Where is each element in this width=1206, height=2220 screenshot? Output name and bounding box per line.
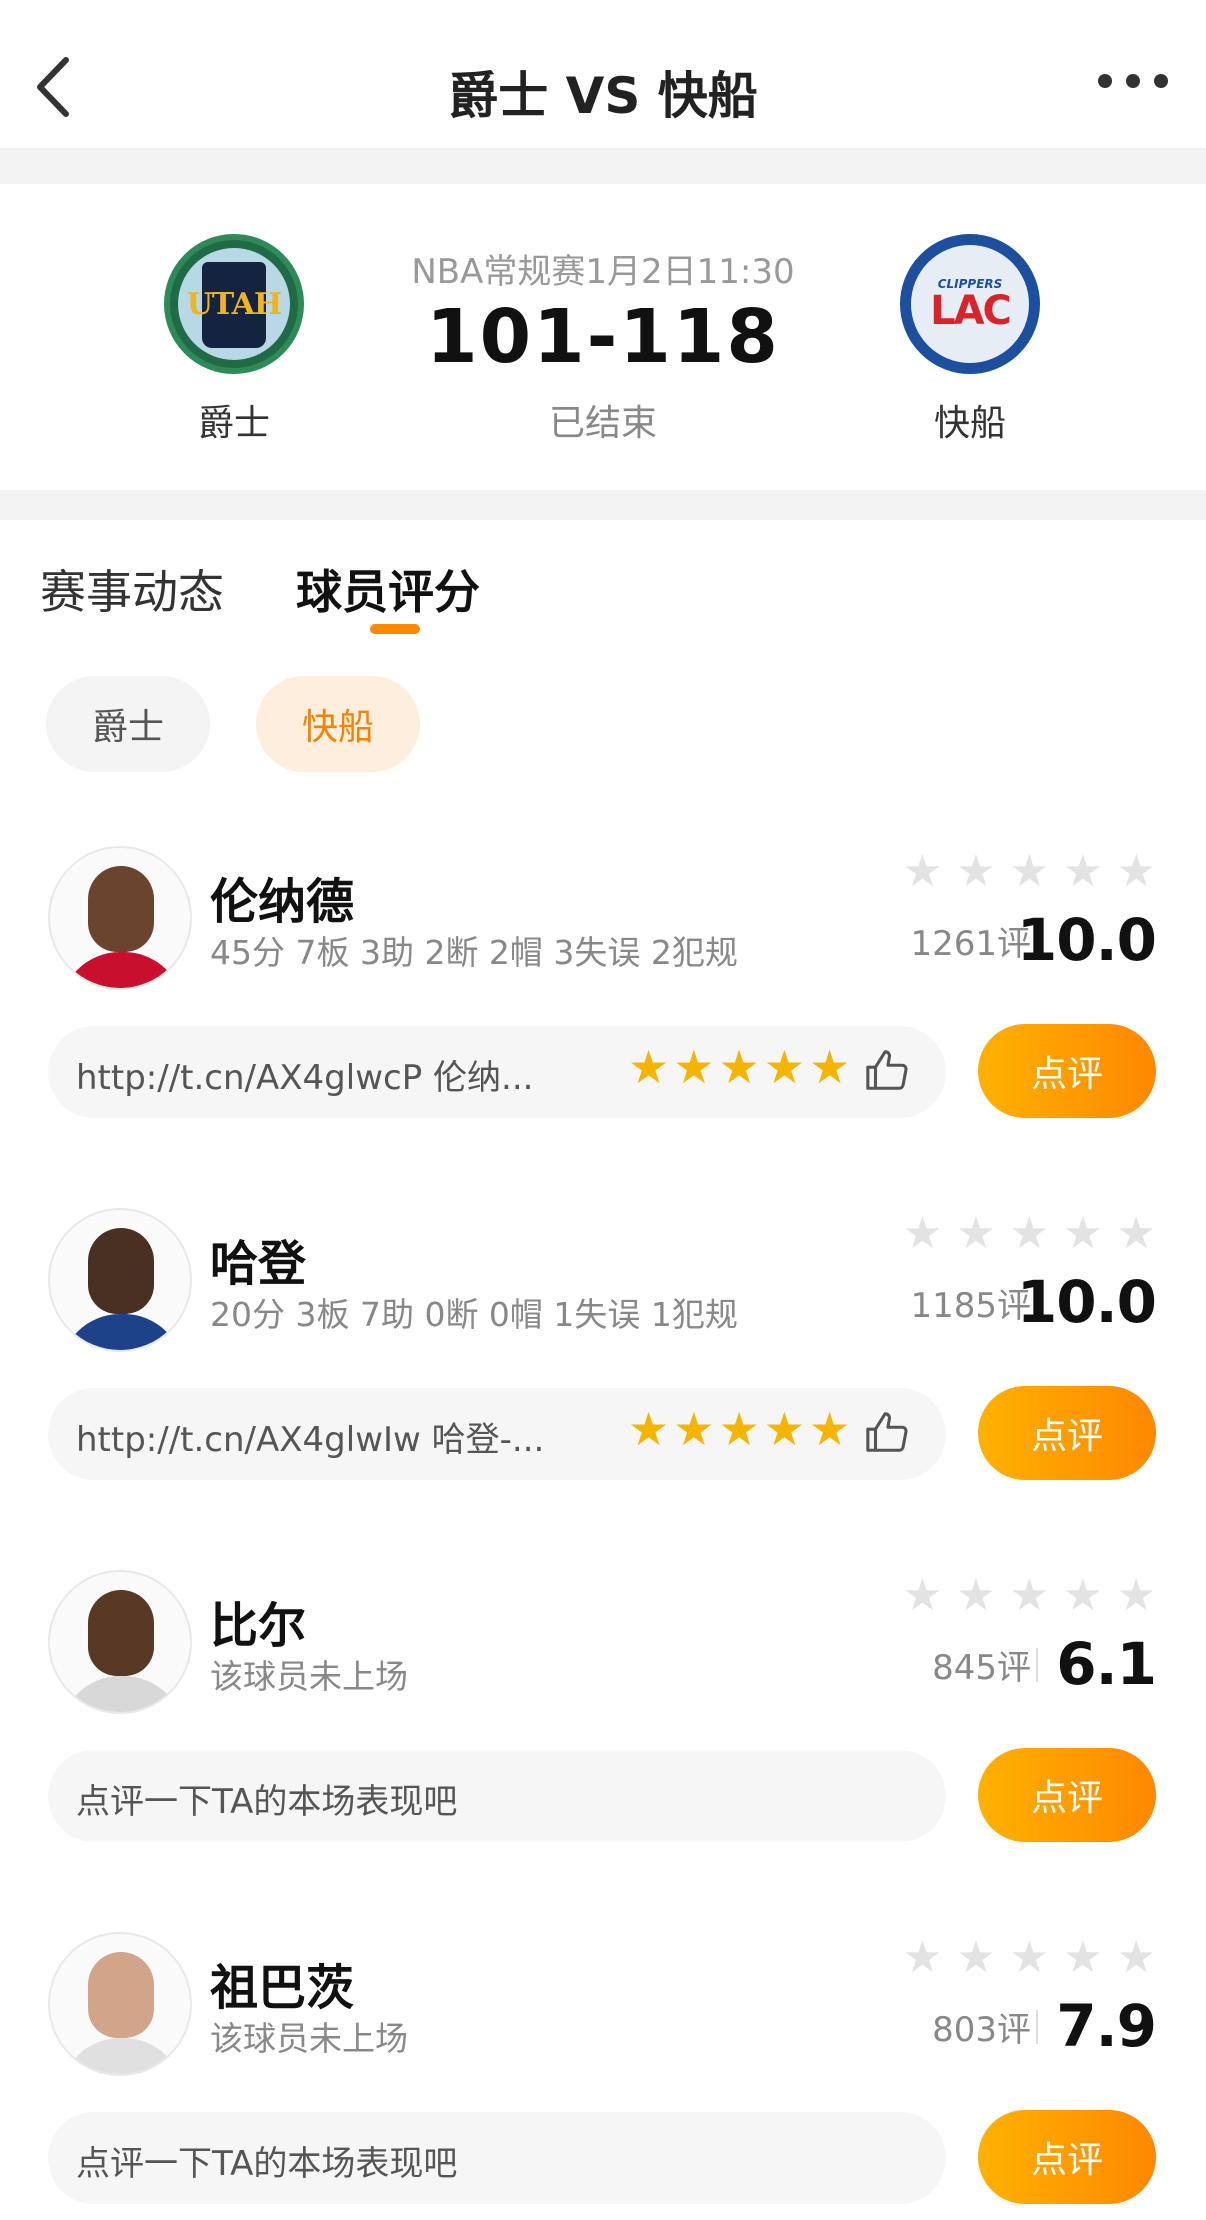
rating-count: 845评 <box>932 1648 1031 1688</box>
comment-placeholder: 点评一下TA的本场表现吧 <box>76 1782 458 1822</box>
star-icon[interactable]: ★ <box>903 1936 942 1980</box>
star-icon[interactable]: ★ <box>1063 1936 1102 1980</box>
star-icon[interactable]: ★ <box>903 1574 942 1618</box>
filter-jazz[interactable]: 爵士 <box>46 676 210 772</box>
tab-match-feed[interactable]: 赛事动态 <box>40 556 224 622</box>
star-icon[interactable]: ★ <box>1010 1936 1049 1980</box>
review-button[interactable]: 点评 <box>978 1748 1156 1842</box>
top-comment[interactable]: http://t.cn/AX4glwIw 哈登-... ★ ★ ★ ★ ★ <box>48 1388 946 1480</box>
review-button[interactable]: 点评 <box>978 1024 1156 1118</box>
player-avatar[interactable] <box>48 1570 192 1714</box>
player-stats: 该球员未上场 <box>210 2019 408 2058</box>
divider <box>0 150 1206 184</box>
player-avatar[interactable] <box>48 1932 192 2076</box>
rating-stars[interactable]: ★ ★ ★ ★ ★ <box>903 850 1156 894</box>
rating-stars[interactable]: ★ ★ ★ ★ ★ <box>903 1574 1156 1618</box>
top-comment[interactable]: http://t.cn/AX4glwcP 伦纳... ★ ★ ★ ★ ★ <box>48 1026 946 1118</box>
player-card: 伦纳德 45分 7板 3助 2断 2帽 3失误 2犯规 ★ ★ ★ ★ ★ 1261评 … <box>0 846 1206 1176</box>
rating-count: 1261评 <box>910 924 1031 964</box>
star-icon[interactable]: ★ <box>1063 850 1102 894</box>
player-score: 6.1 <box>1056 1630 1157 1698</box>
star-icon[interactable]: ★ <box>1063 1574 1102 1618</box>
comment-stars: ★ ★ ★ ★ ★ <box>628 1044 850 1090</box>
star-icon[interactable]: ★ <box>903 1212 942 1256</box>
player-name: 比尔 <box>210 1598 307 1654</box>
clippers-logo[interactable]: CLIPPERS LAC <box>900 234 1040 374</box>
star-icon: ★ <box>718 1402 760 1456</box>
star-icon: ★ <box>718 1040 760 1094</box>
star-icon[interactable]: ★ <box>1010 850 1049 894</box>
star-icon[interactable]: ★ <box>1063 1212 1102 1256</box>
player-name: 伦纳德 <box>210 874 355 930</box>
player-avatar[interactable] <box>48 846 192 990</box>
review-button[interactable]: 点评 <box>978 1386 1156 1480</box>
star-icon: ★ <box>673 1040 715 1094</box>
star-icon[interactable]: ★ <box>956 1574 995 1618</box>
comment-input[interactable]: 点评一下TA的本场表现吧 <box>48 1750 946 1842</box>
thumbs-up-icon[interactable] <box>864 1048 910 1094</box>
review-button[interactable]: 点评 <box>978 2110 1156 2204</box>
player-stats: 该球员未上场 <box>210 1657 408 1696</box>
divider <box>0 490 1206 520</box>
player-avatar[interactable] <box>48 1208 192 1352</box>
comment-text: http://t.cn/AX4glwIw 哈登-... <box>76 1420 545 1460</box>
star-icon[interactable]: ★ <box>956 850 995 894</box>
thumbs-up-icon[interactable] <box>864 1410 910 1456</box>
star-icon[interactable]: ★ <box>1117 850 1156 894</box>
star-icon[interactable]: ★ <box>1117 1212 1156 1256</box>
clippers-logo-text: LAC <box>930 288 1012 334</box>
comment-text: http://t.cn/AX4glwcP 伦纳... <box>76 1058 534 1098</box>
filter-clippers[interactable]: 快船 <box>256 676 420 772</box>
more-dots-icon[interactable] <box>1098 74 1168 94</box>
star-icon: ★ <box>628 1040 670 1094</box>
comment-input[interactable]: 点评一下TA的本场表现吧 <box>48 2112 946 2204</box>
tab-player-ratings[interactable]: 球员评分 <box>296 556 480 622</box>
player-stats: 20分 3板 7助 0断 0帽 1失误 1犯规 <box>210 1295 738 1334</box>
separator <box>1036 2010 1038 2044</box>
player-card: 哈登 20分 3板 7助 0断 0帽 1失误 1犯规 ★ ★ ★ ★ ★ 1185评 1… <box>0 1208 1206 1538</box>
tab-bar: 赛事动态 球员评分 <box>0 520 1206 650</box>
star-icon[interactable]: ★ <box>1117 1574 1156 1618</box>
player-stats: 45分 7板 3助 2断 2帽 3失误 2犯规 <box>210 933 738 972</box>
star-icon: ★ <box>809 1040 851 1094</box>
match-card: UTAH 爵士 NBA常规赛1月2日11:30 101-118 已结束 CLIP… <box>0 184 1206 490</box>
away-team-name[interactable]: 快船 <box>870 394 1070 446</box>
star-icon: ★ <box>809 1402 851 1456</box>
rating-stars[interactable]: ★ ★ ★ ★ ★ <box>903 1936 1156 1980</box>
star-icon: ★ <box>763 1402 805 1456</box>
top-bar: 爵士 VS 快船 <box>0 0 1206 150</box>
comment-placeholder: 点评一下TA的本场表现吧 <box>76 2144 458 2184</box>
player-score: 7.9 <box>1056 1992 1157 2060</box>
player-name: 哈登 <box>210 1236 307 1292</box>
player-score: 10.0 <box>1016 1268 1157 1336</box>
star-icon[interactable]: ★ <box>903 850 942 894</box>
player-card: 祖巴茨 该球员未上场 ★ ★ ★ ★ ★ 803评 7.9 点评一下TA的本场表现吧 点… <box>0 1932 1206 2220</box>
star-icon: ★ <box>673 1402 715 1456</box>
rating-count: 1185评 <box>910 1286 1031 1326</box>
player-score: 10.0 <box>1016 906 1157 974</box>
active-tab-indicator <box>370 624 420 634</box>
player-name: 祖巴茨 <box>210 1960 355 2016</box>
star-icon: ★ <box>763 1040 805 1094</box>
star-icon[interactable]: ★ <box>1117 1936 1156 1980</box>
star-icon: ★ <box>628 1402 670 1456</box>
player-card: 比尔 该球员未上场 ★ ★ ★ ★ ★ 845评 6.1 点评一下TA的本场表现吧 点评 <box>0 1570 1206 1900</box>
separator <box>1036 1648 1038 1682</box>
rating-count: 803评 <box>932 2010 1031 2050</box>
comment-stars: ★ ★ ★ ★ ★ <box>628 1406 850 1452</box>
rating-stars[interactable]: ★ ★ ★ ★ ★ <box>903 1212 1156 1256</box>
star-icon[interactable]: ★ <box>1010 1212 1049 1256</box>
star-icon[interactable]: ★ <box>956 1212 995 1256</box>
star-icon[interactable]: ★ <box>1010 1574 1049 1618</box>
star-icon[interactable]: ★ <box>956 1936 995 1980</box>
page-title: 爵士 VS 快船 <box>448 67 758 125</box>
